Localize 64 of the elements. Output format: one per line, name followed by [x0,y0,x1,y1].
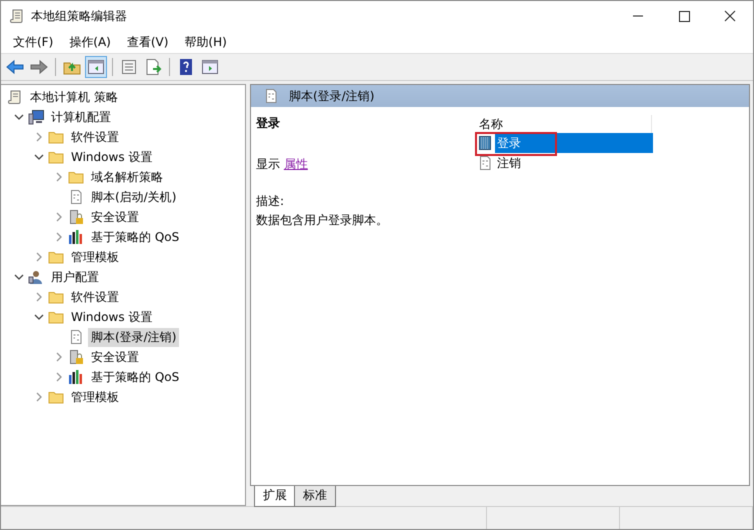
list-item[interactable]: 登录 [495,133,653,153]
bar-chart-icon [68,229,84,245]
menu-item[interactable]: 文件(F) [5,32,62,52]
menu-item[interactable]: 操作(A) [61,32,119,52]
folder-icon [48,389,64,405]
view-tab[interactable]: 标准 [294,486,336,507]
chevron-down-icon[interactable] [14,112,24,122]
tree-item[interactable]: 本地计算机 策略 [27,88,121,106]
computer-icon [28,109,44,125]
pane-icon[interactable] [85,56,107,78]
tree-item[interactable]: 软件设置 [68,288,122,306]
chevron-right-icon[interactable] [34,252,44,262]
chevron-down-icon[interactable] [14,272,24,282]
tree-item[interactable]: 计算机配置 [48,108,114,126]
document-icon [263,88,279,104]
pane-title: 脚本(登录/注销) [289,88,374,104]
checkered-document-icon [477,135,493,151]
lock-icon [68,209,84,225]
tree-item[interactable]: 软件设置 [68,128,122,146]
folder-icon [48,129,64,145]
tree-item[interactable]: 基于策略的 QoS [88,228,182,246]
tree-item[interactable]: 脚本(启动/关机) [88,188,180,206]
details-heading: 登录 [256,115,281,132]
tree-item[interactable]: 用户配置 [48,268,102,286]
folder-icon [48,309,64,325]
folder-icon [48,149,64,165]
tree-item[interactable]: Windows 设置 [68,148,156,166]
tree-item[interactable]: 管理模板 [68,388,122,406]
tree-item[interactable]: 脚本(登录/注销) [88,328,180,346]
view-tab[interactable]: 扩展 [254,486,296,507]
chevron-down-icon[interactable] [34,152,44,162]
menu-item[interactable]: 帮助(H) [176,32,235,52]
tree-item[interactable]: 域名解析策略 [88,168,166,186]
folder-icon [48,289,64,305]
chevron-right-icon[interactable] [54,212,64,222]
scroll-icon [9,8,25,24]
lock-icon [68,349,84,365]
user-icon [28,269,44,285]
folder-icon [68,169,84,185]
scroll-icon [7,89,23,105]
document-icon [68,189,84,205]
chevron-right-icon[interactable] [34,292,44,302]
chevron-right-icon[interactable] [34,392,44,402]
description-label: 描述: [256,193,286,210]
chevron-right-icon[interactable] [54,352,64,362]
tree-item[interactable]: 安全设置 [88,348,142,366]
chevron-right-icon[interactable] [54,372,64,382]
chevron-right-icon[interactable] [54,232,64,242]
document-icon [68,329,84,345]
list-item[interactable]: 注销 [495,153,653,173]
description-text: 数据包含用户登录脚本。 [256,212,389,229]
chevron-down-icon[interactable] [34,312,44,322]
tree-item[interactable]: 管理模板 [68,248,122,266]
chevron-right-icon[interactable] [54,172,64,182]
show-label: 显示 [256,157,280,171]
folder-icon [48,249,64,265]
window-title: 本地组策略编辑器 [31,8,127,24]
bar-chart-icon [68,369,84,385]
tree-item[interactable]: 安全设置 [88,208,142,226]
tree-item[interactable]: 基于策略的 QoS [88,368,182,386]
menu-item[interactable]: 查看(V) [118,32,176,52]
chevron-right-icon[interactable] [34,132,44,142]
tree-item[interactable]: Windows 设置 [68,308,156,326]
properties-link[interactable]: 属性 [284,157,308,171]
